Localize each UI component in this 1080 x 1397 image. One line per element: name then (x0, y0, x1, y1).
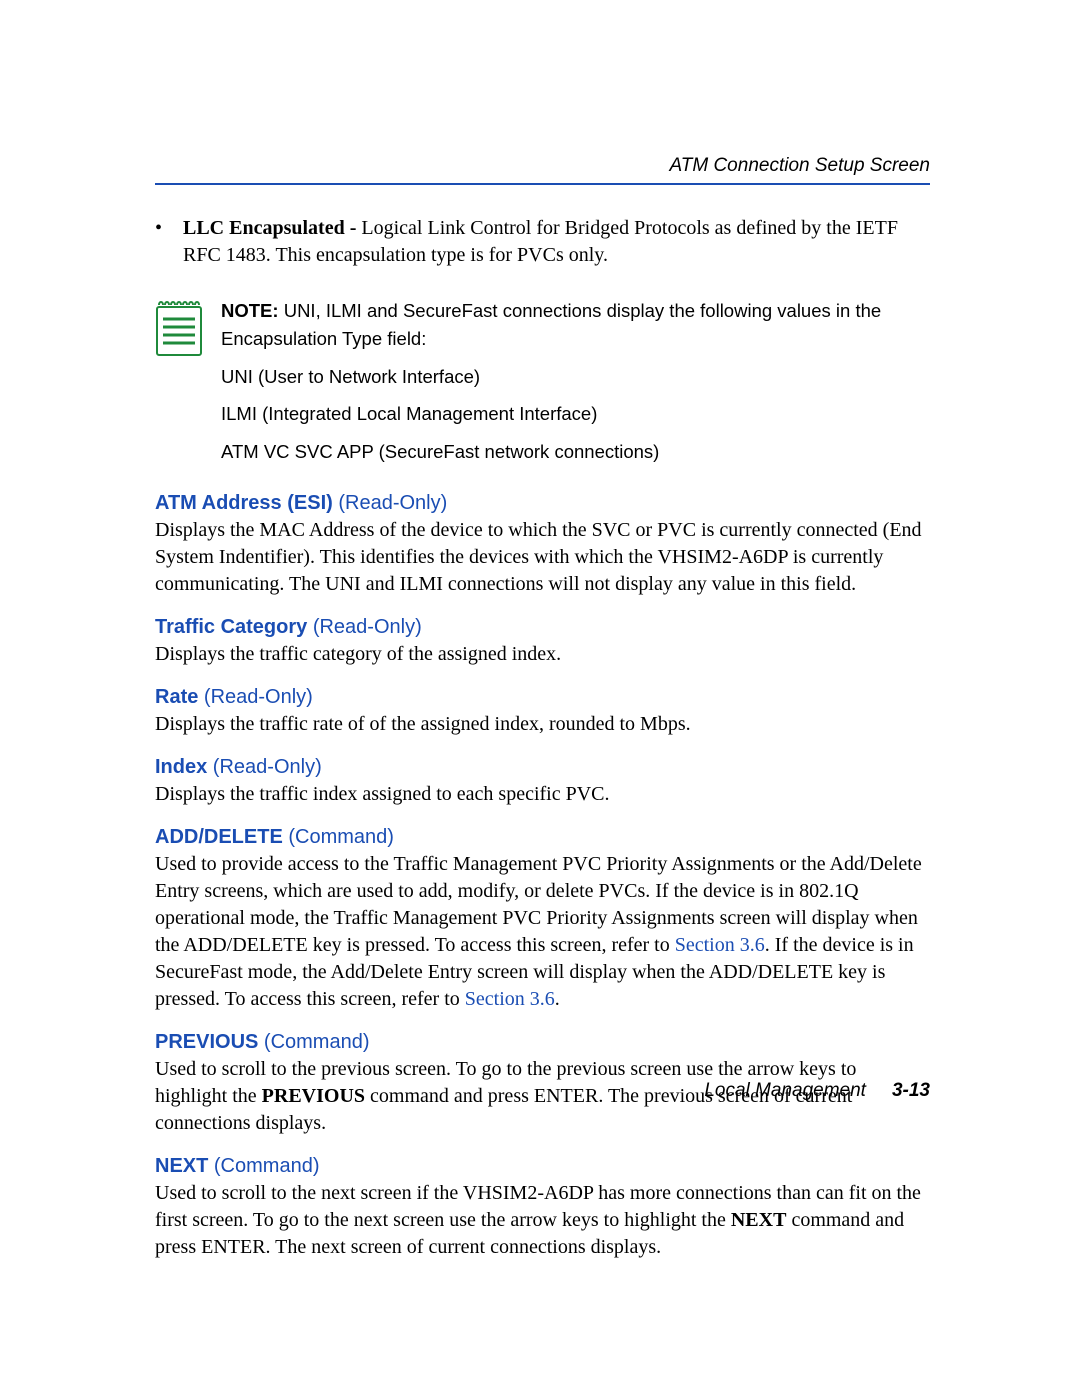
sec-qual-previous: (Command) (258, 1031, 369, 1053)
page-footer: Local Management 3-13 (155, 1080, 930, 1102)
footer-page-number: 3-13 (892, 1080, 930, 1102)
sec-qual-traffic-category: (Read-Only) (307, 616, 421, 638)
section-atm-address: ATM Address (ESI) (Read-Only) Displays t… (155, 492, 930, 598)
bullet-llc-encapsulated: • LLC Encapsulated - Logical Link Contro… (155, 215, 930, 269)
header-rule (155, 183, 930, 185)
bullet-body: LLC Encapsulated - Logical Link Control … (183, 215, 930, 269)
note-block: NOTE: UNI, ILMI and SecureFast connectio… (155, 297, 930, 466)
note-icon (155, 299, 203, 357)
note-body: NOTE: UNI, ILMI and SecureFast connectio… (221, 297, 930, 466)
page: ATM Connection Setup Screen • LLC Encaps… (0, 0, 1080, 1397)
section-add-delete: ADD/DELETE (Command) Used to provide acc… (155, 826, 930, 1013)
note-line-3: ATM VC SVC APP (SecureFast network conne… (221, 438, 930, 466)
sec-body-rate: Displays the traffic rate of of the assi… (155, 711, 930, 738)
footer-label: Local Management (704, 1080, 866, 1102)
note-line-1: UNI (User to Network Interface) (221, 363, 930, 391)
sec-qual-atm-address: (Read-Only) (333, 492, 447, 514)
sec-head-index: Index (155, 756, 207, 778)
section-rate: Rate (Read-Only) Displays the traffic ra… (155, 686, 930, 738)
section-traffic-category: Traffic Category (Read-Only) Displays th… (155, 616, 930, 668)
header-title: ATM Connection Setup Screen (155, 155, 930, 177)
sec-head-atm-address: ATM Address (ESI) (155, 492, 333, 514)
bullet-icon: • (155, 215, 183, 269)
bullet-term: LLC Encapsulated (183, 217, 345, 239)
sec-body-traffic-category: Displays the traffic category of the ass… (155, 641, 930, 668)
sec-body-next: Used to scroll to the next screen if the… (155, 1180, 930, 1261)
note-intro: UNI, ILMI and SecureFast connections dis… (221, 300, 881, 349)
section-next: NEXT (Command) Used to scroll to the nex… (155, 1155, 930, 1261)
sec-qual-rate: (Read-Only) (198, 686, 312, 708)
next-strong: NEXT (731, 1209, 787, 1231)
sec-qual-index: (Read-Only) (207, 756, 321, 778)
sec-body-add-delete: Used to provide access to the Traffic Ma… (155, 851, 930, 1013)
sec-head-traffic-category: Traffic Category (155, 616, 307, 638)
note-icon-cell (155, 297, 221, 466)
note-label: NOTE: (221, 300, 279, 321)
sec-body-atm-address: Displays the MAC Address of the device t… (155, 517, 930, 598)
sec-head-next: NEXT (155, 1155, 208, 1177)
ad-body-c: . (555, 988, 560, 1010)
sec-body-index: Displays the traffic index assigned to e… (155, 781, 930, 808)
sec-qual-add-delete: (Command) (283, 826, 394, 848)
xref-section-3-6-b[interactable]: Section 3.6 (465, 988, 555, 1010)
sec-head-rate: Rate (155, 686, 198, 708)
xref-section-3-6-a[interactable]: Section 3.6 (675, 934, 765, 956)
bullet-dash: - (345, 217, 362, 239)
sec-qual-next: (Command) (208, 1155, 319, 1177)
note-intro-line: NOTE: UNI, ILMI and SecureFast connectio… (221, 297, 930, 353)
note-line-2: ILMI (Integrated Local Management Interf… (221, 400, 930, 428)
sec-head-previous: PREVIOUS (155, 1031, 258, 1053)
sec-head-add-delete: ADD/DELETE (155, 826, 283, 848)
section-index: Index (Read-Only) Displays the traffic i… (155, 756, 930, 808)
